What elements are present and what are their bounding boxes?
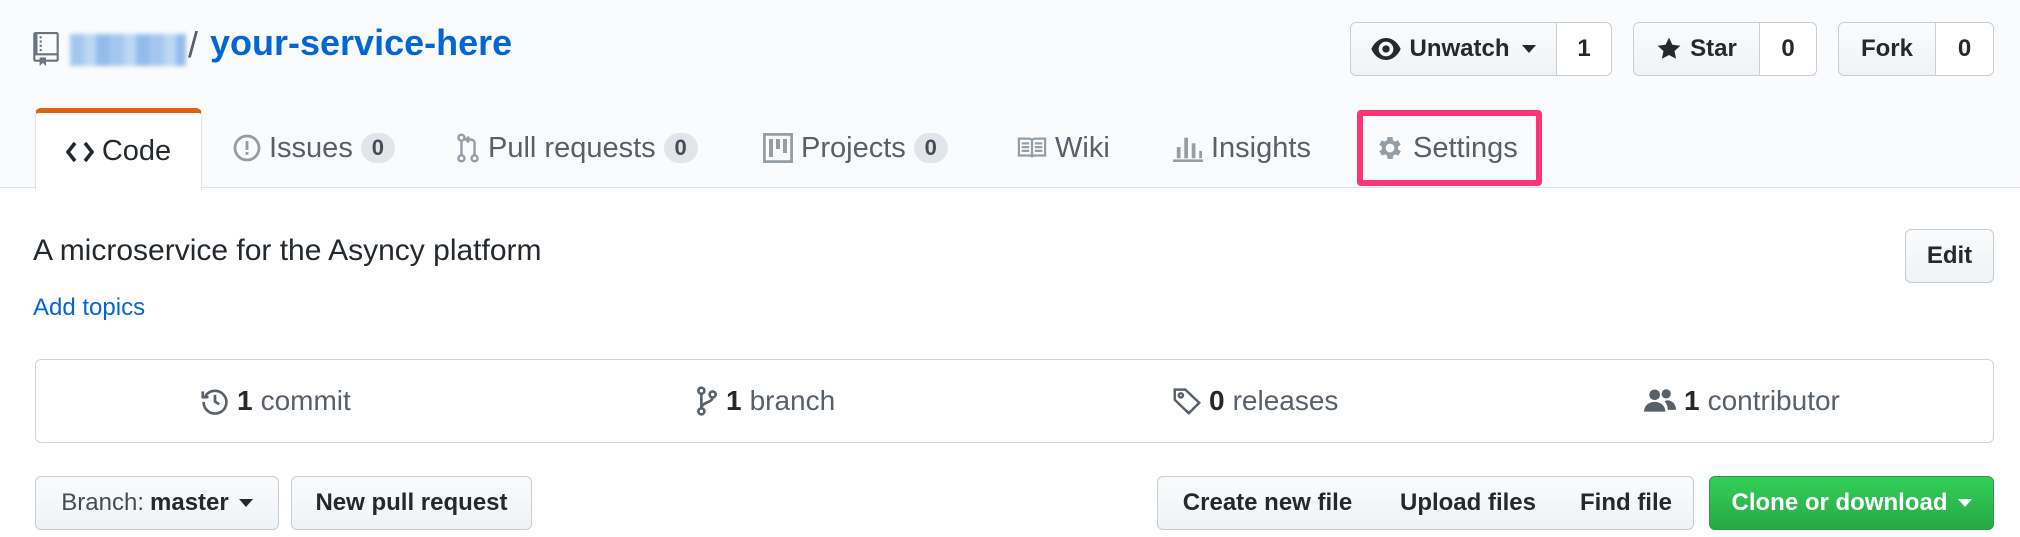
- contributors-count: 1: [1684, 385, 1700, 416]
- watchers-count[interactable]: 1: [1557, 22, 1612, 76]
- repo-path-separator: /: [188, 24, 199, 65]
- edit-label: Edit: [1926, 242, 1973, 269]
- contributors-stat[interactable]: 1 contributor: [1644, 360, 1840, 442]
- find-file-button[interactable]: Find file: [1559, 476, 1694, 530]
- branches-stat[interactable]: 1 branch: [696, 360, 835, 442]
- releases-stat[interactable]: 0 releases: [1173, 360, 1338, 442]
- people-icon: [1644, 388, 1676, 414]
- repo-summary-bar: 1 commit 1 branch 0 releases 1 contribut…: [35, 359, 1994, 443]
- code-icon: [65, 141, 94, 163]
- tab-pull-requests-label: Pull requests: [488, 131, 656, 164]
- branch-prefix: Branch:: [61, 489, 144, 516]
- pull-requests-counter: 0: [663, 133, 698, 163]
- star-button[interactable]: Star: [1633, 22, 1760, 76]
- add-topics-link[interactable]: Add topics: [33, 294, 145, 322]
- commits-count: 1: [237, 385, 253, 416]
- tab-insights[interactable]: Insights: [1173, 108, 1311, 188]
- commits-label: commit: [260, 385, 351, 416]
- chevron-down-icon: [238, 499, 253, 507]
- unwatch-button[interactable]: Unwatch: [1350, 22, 1557, 76]
- tab-code-label: Code: [101, 135, 172, 167]
- new-pull-request-button[interactable]: New pull request: [291, 476, 532, 530]
- clone-label: Clone or download: [1731, 489, 1948, 516]
- releases-count: 0: [1209, 385, 1225, 416]
- graph-icon: [1173, 134, 1203, 162]
- branches-count: 1: [726, 385, 742, 416]
- branch-name: master: [150, 489, 229, 516]
- tag-icon: [1173, 387, 1201, 415]
- repo-name-link[interactable]: your-service-here: [210, 22, 512, 64]
- tab-code[interactable]: Code: [35, 108, 202, 190]
- tab-projects[interactable]: Projects 0: [763, 108, 948, 188]
- project-icon: [763, 133, 793, 163]
- fork-label: Fork: [1860, 35, 1913, 62]
- contributors-label: contributor: [1707, 385, 1840, 416]
- branches-label: branch: [749, 385, 836, 416]
- unwatch-label: Unwatch: [1409, 35, 1510, 62]
- fork-button[interactable]: Fork: [1838, 22, 1936, 76]
- eye-icon: [1371, 38, 1402, 60]
- tab-wiki[interactable]: Wiki: [1017, 108, 1110, 188]
- edit-description-button[interactable]: Edit: [1905, 229, 1994, 283]
- tab-issues[interactable]: Issues 0: [233, 108, 395, 188]
- tab-insights-label: Insights: [1211, 131, 1311, 164]
- settings-highlight-box: [1357, 110, 1542, 186]
- pull-request-icon: [456, 133, 480, 163]
- history-icon: [201, 387, 229, 415]
- tab-issues-label: Issues: [269, 131, 353, 164]
- star-icon: [1656, 36, 1682, 62]
- projects-counter: 0: [913, 133, 948, 163]
- chevron-down-icon: [1521, 45, 1536, 53]
- repo-description: A microservice for the Asyncy platform: [33, 234, 542, 267]
- star-label: Star: [1690, 35, 1737, 62]
- chevron-down-icon: [1957, 499, 1972, 507]
- stargazers-count[interactable]: 0: [1760, 22, 1817, 76]
- repo-owner-redacted[interactable]: [70, 34, 186, 66]
- issue-icon: [233, 134, 261, 162]
- tab-pull-requests[interactable]: Pull requests 0: [456, 108, 698, 188]
- commits-stat[interactable]: 1 commit: [201, 360, 351, 442]
- create-new-file-button[interactable]: Create new file: [1157, 476, 1378, 530]
- book-icon: [1017, 136, 1047, 160]
- clone-or-download-button[interactable]: Clone or download: [1709, 476, 1994, 530]
- forks-count[interactable]: 0: [1936, 22, 1994, 76]
- tab-projects-label: Projects: [801, 131, 906, 164]
- releases-label: releases: [1232, 385, 1339, 416]
- tab-wiki-label: Wiki: [1055, 131, 1110, 164]
- branch-icon: [696, 386, 718, 416]
- issues-counter: 0: [360, 133, 395, 163]
- upload-files-button[interactable]: Upload files: [1377, 476, 1560, 530]
- repo-icon: [33, 32, 59, 66]
- branch-select-button[interactable]: Branch: master: [35, 476, 279, 530]
